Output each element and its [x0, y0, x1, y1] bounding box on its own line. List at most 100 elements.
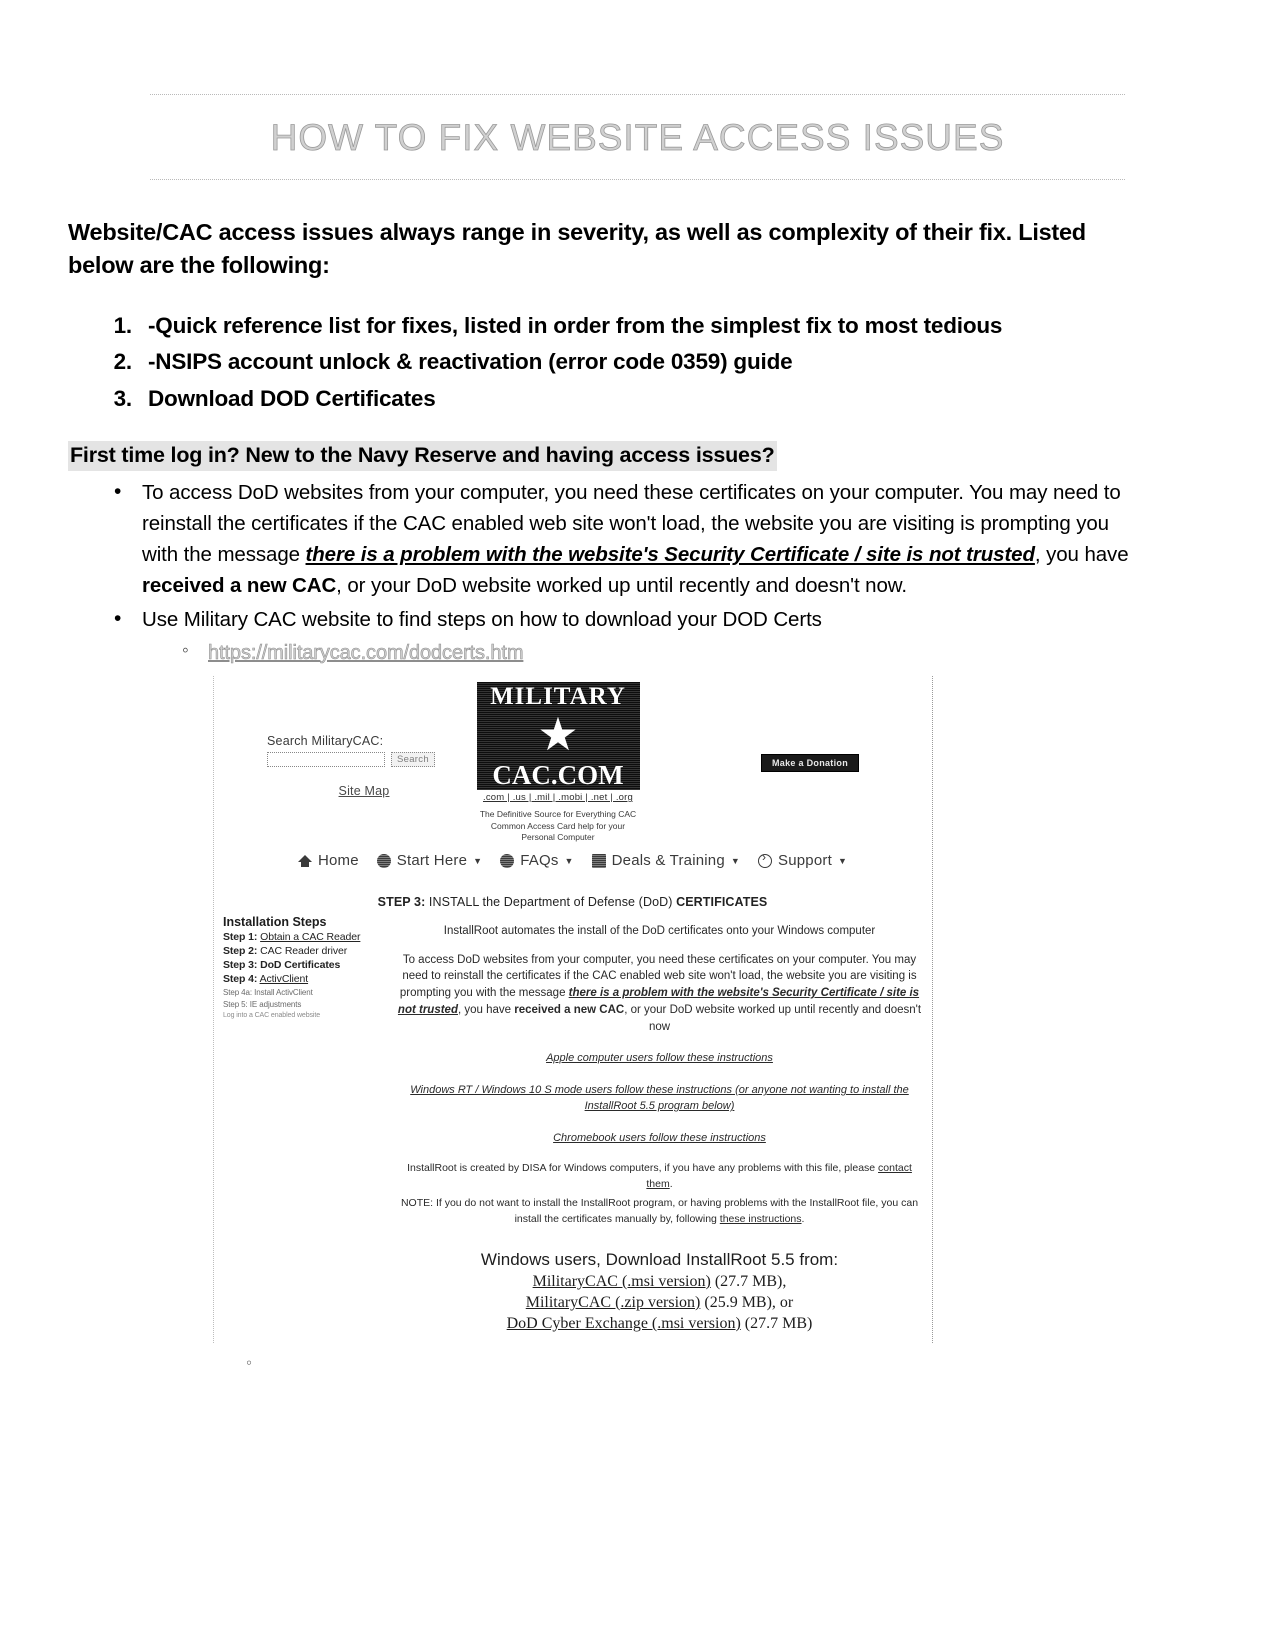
nav-label: Support: [778, 852, 832, 870]
bullet-list: To access DoD websites from your compute…: [68, 476, 1205, 669]
step-label: Step 1:: [223, 931, 258, 944]
sidebar-step-3[interactable]: Step 3: DoD Certificates: [223, 959, 393, 971]
list-item: https://militarycac.com/dodcerts.htm: [182, 637, 1142, 668]
nav-item-home[interactable]: Home: [297, 852, 359, 870]
search-row: Search: [267, 752, 435, 768]
intro-line-2: computer: [827, 925, 876, 938]
certificates-paragraph: To access DoD websites from your compute…: [397, 952, 922, 1035]
chevron-down-icon: ▼: [564, 855, 574, 866]
star-icon: ★: [537, 708, 579, 761]
step-label: Step 2:: [223, 945, 258, 958]
chevron-down-icon: ▼: [730, 855, 741, 866]
search-input[interactable]: [267, 752, 385, 768]
manual-install-note: NOTE: If you do not want to install the …: [397, 1196, 922, 1228]
tld-row[interactable]: .com | .us | .mil | .mobi | .net | .org: [483, 792, 633, 803]
document-page: HOW TO FIX WEBSITE ACCESS ISSUES Website…: [0, 0, 1275, 1650]
tagline-line-3: Personal Computer: [521, 832, 595, 843]
tagline-line-1: The Definitive Source for Everything CAC: [479, 809, 637, 820]
note1-part1: InstallRoot is created by DISA for Windo…: [407, 1161, 879, 1174]
sidebar-step-4[interactable]: Step 4: ActivClient: [223, 973, 393, 985]
note2-part2: .: [801, 1213, 805, 1226]
installation-steps-sidebar: Installation Steps Step 1: Obtain a CAC …: [213, 915, 393, 1333]
title-block: HOW TO FIX WEBSITE ACCESS ISSUES: [150, 0, 1125, 180]
globe-icon: [500, 853, 515, 868]
sidebar-substep-3[interactable]: Log into a CAC enabled website: [223, 1012, 393, 1019]
lead-paragraph: Website/CAC access issues always range i…: [68, 219, 1086, 278]
download-link[interactable]: MilitaryCAC (.zip version): [526, 1294, 701, 1311]
list-item: To access DoD websites from your compute…: [114, 476, 1142, 602]
download-item-zip: MilitaryCAC (.zip version) (25.9 MB), or: [397, 1294, 922, 1312]
list-item: -NSIPS account unlock & reactivation (er…: [138, 344, 1205, 380]
para-part3: , or your DoD website worked up until re…: [624, 1003, 922, 1033]
windows-rt-instructions-line: Windows RT / Windows 10 S mode users fol…: [397, 1083, 922, 1115]
bullet1-part2: , you have: [1034, 543, 1129, 567]
site-navbar: Home Start Here ▼ FAQs ▼ Deals & Trainin…: [213, 850, 932, 870]
step3-header: STEP 3: INSTALL the Department of Defens…: [213, 895, 932, 909]
make-a-donation-button[interactable]: Make a Donation: [760, 754, 859, 773]
note1-part2: .: [669, 1177, 673, 1190]
site-map-link[interactable]: Site Map: [305, 784, 423, 798]
list-item: -Quick reference list for fixes, listed …: [138, 308, 1205, 344]
nav-label: Start Here: [396, 852, 468, 870]
bullet1-bold: received a new CAC: [142, 574, 337, 598]
sidebar-substep-2[interactable]: Step 5: IE adjustments: [223, 1000, 393, 1009]
logo-top-word: MILITARY: [490, 683, 626, 711]
arrow-circle-icon: [758, 850, 773, 868]
step-label: Step 4:: [223, 973, 258, 986]
logo-column: MILITARY ★ CAC.COM .com | .us | .mil | .…: [428, 682, 688, 843]
download-link[interactable]: MilitaryCAC (.msi version): [533, 1273, 711, 1290]
nav-item-start-here[interactable]: Start Here ▼: [376, 852, 483, 870]
step-link[interactable]: ActivClient: [260, 973, 309, 985]
download-link[interactable]: DoD Cyber Exchange (.msi version): [507, 1315, 741, 1332]
sidebar-title: Installation Steps: [223, 915, 327, 930]
para-bold: received a new CAC: [514, 1003, 625, 1016]
step-text: CAC Reader driver: [260, 945, 348, 958]
disa-note: InstallRoot is created by DISA for Windo…: [397, 1161, 922, 1193]
logo-tagline: The Definitive Source for Everything CAC…: [480, 809, 636, 843]
step3-emphasis: CERTIFICATES: [676, 895, 768, 910]
note2-part1: NOTE: If you do not want to install the …: [400, 1197, 919, 1226]
list-item: Use Military CAC website to find steps o…: [114, 603, 1142, 669]
nav-item-support[interactable]: Support ▼: [758, 850, 848, 870]
nav-item-deals-training[interactable]: Deals & Training ▼: [591, 852, 741, 870]
trailing-sub-bullet-marker: ◦: [246, 1352, 253, 1372]
step3-label: STEP 3:: [377, 895, 426, 910]
grid-icon: [591, 853, 606, 868]
apple-instructions-link[interactable]: Apple computer users follow these instru…: [397, 1051, 922, 1067]
document-body: Website/CAC access issues always range i…: [0, 216, 1275, 1373]
sidebar-step-1[interactable]: Step 1: Obtain a CAC Reader: [223, 931, 393, 943]
chevron-down-icon: ▼: [473, 855, 483, 866]
screenshot-content: Installation Steps Step 1: Obtain a CAC …: [213, 915, 932, 1333]
step3-middle: INSTALL the Department of Defense (DoD): [425, 895, 677, 910]
bullet2-text: Use Military CAC website to find steps o…: [142, 607, 822, 631]
search-column: Search MilitaryCAC: Search Site Map: [213, 682, 435, 798]
militarycac-logo: MILITARY ★ CAC.COM: [476, 682, 640, 790]
page-title: HOW TO FIX WEBSITE ACCESS ISSUES: [270, 117, 1005, 159]
sub-bullet-list: https://militarycac.com/dodcerts.htm: [142, 637, 1142, 668]
donate-column: Make a Donation: [688, 682, 932, 773]
para-part2: , you have: [457, 1003, 515, 1016]
title-rule-bottom: [150, 179, 1125, 180]
bullet1-italic-underline: there is a problem with the website's Se…: [305, 543, 1035, 567]
download-size: (27.7 MB),: [710, 1272, 787, 1290]
step-label: Step 3:: [223, 959, 258, 972]
nav-label: Home: [317, 852, 359, 870]
screenshot-main-column: InstallRoot automates the install of the…: [393, 915, 932, 1333]
step-link[interactable]: Obtain a CAC Reader: [260, 931, 360, 943]
embedded-screenshot: Search MilitaryCAC: Search Site Map MILI…: [213, 676, 933, 1343]
home-icon: [297, 854, 312, 868]
windows-rt-link[interactable]: Windows RT / Windows 10 S mode users fol…: [410, 1084, 732, 1096]
list-item: Download DOD Certificates: [138, 381, 1205, 417]
nav-label: FAQs: [520, 852, 559, 870]
militarycac-dodcerts-link[interactable]: https://militarycac.com/dodcerts.htm: [208, 641, 524, 664]
globe-icon: [376, 853, 391, 868]
nav-label: Deals & Training: [611, 852, 725, 870]
sidebar-substep-1[interactable]: Step 4a: Install ActivClient: [223, 988, 393, 997]
chevron-down-icon: ▼: [837, 855, 848, 866]
screenshot-header: Search MilitaryCAC: Search Site Map MILI…: [213, 682, 932, 843]
nav-item-faqs[interactable]: FAQs ▼: [500, 852, 573, 869]
installroot-intro: InstallRoot automates the install of the…: [397, 923, 922, 940]
chromebook-instructions-link[interactable]: Chromebook users follow these instructio…: [397, 1131, 922, 1147]
these-instructions-link[interactable]: these instructions: [720, 1213, 802, 1225]
sidebar-step-2[interactable]: Step 2: CAC Reader driver: [223, 945, 393, 957]
